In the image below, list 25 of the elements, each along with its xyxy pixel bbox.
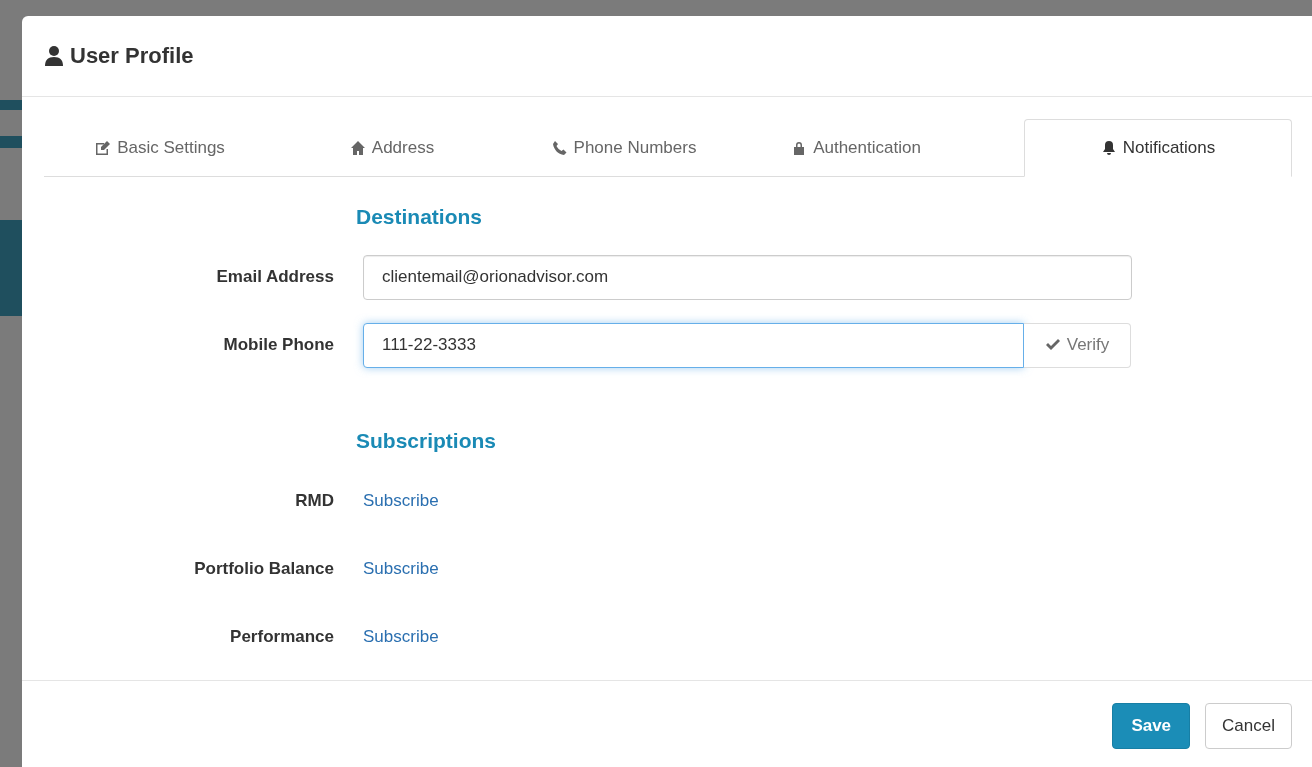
backdrop-bar	[0, 100, 22, 110]
edit-icon	[95, 140, 112, 156]
dialog-title: User Profile	[70, 43, 194, 69]
phone-icon	[551, 140, 568, 156]
section-heading: Destinations	[356, 205, 484, 229]
cancel-button[interactable]: Cancel	[1205, 703, 1292, 749]
subscription-label: Performance	[229, 627, 335, 647]
user-icon	[44, 45, 64, 67]
verify-button[interactable]: Verify	[1024, 322, 1131, 368]
section-heading: Subscriptions	[356, 429, 498, 453]
input-field[interactable]: 111-22-3333	[363, 322, 1024, 368]
bell-icon	[1100, 140, 1117, 156]
subscription-label: RMD	[294, 491, 335, 511]
save-button[interactable]: Save	[1112, 703, 1191, 749]
subscribe-link[interactable]: Subscribe	[363, 491, 439, 511]
input-field[interactable]: clientemail@orionadvisor.com	[363, 254, 1132, 300]
field-label: Email Address	[215, 267, 335, 287]
home-icon	[349, 140, 366, 156]
check-icon	[1044, 338, 1061, 352]
backdrop-bar	[0, 136, 22, 148]
subscribe-link[interactable]: Subscribe	[363, 627, 439, 647]
subscribe-link[interactable]: Subscribe	[363, 559, 439, 579]
subscription-label: Portfolio Balance	[193, 559, 335, 579]
field-label: Mobile Phone	[222, 335, 335, 355]
tab[interactable]: Notifications	[1024, 119, 1292, 177]
